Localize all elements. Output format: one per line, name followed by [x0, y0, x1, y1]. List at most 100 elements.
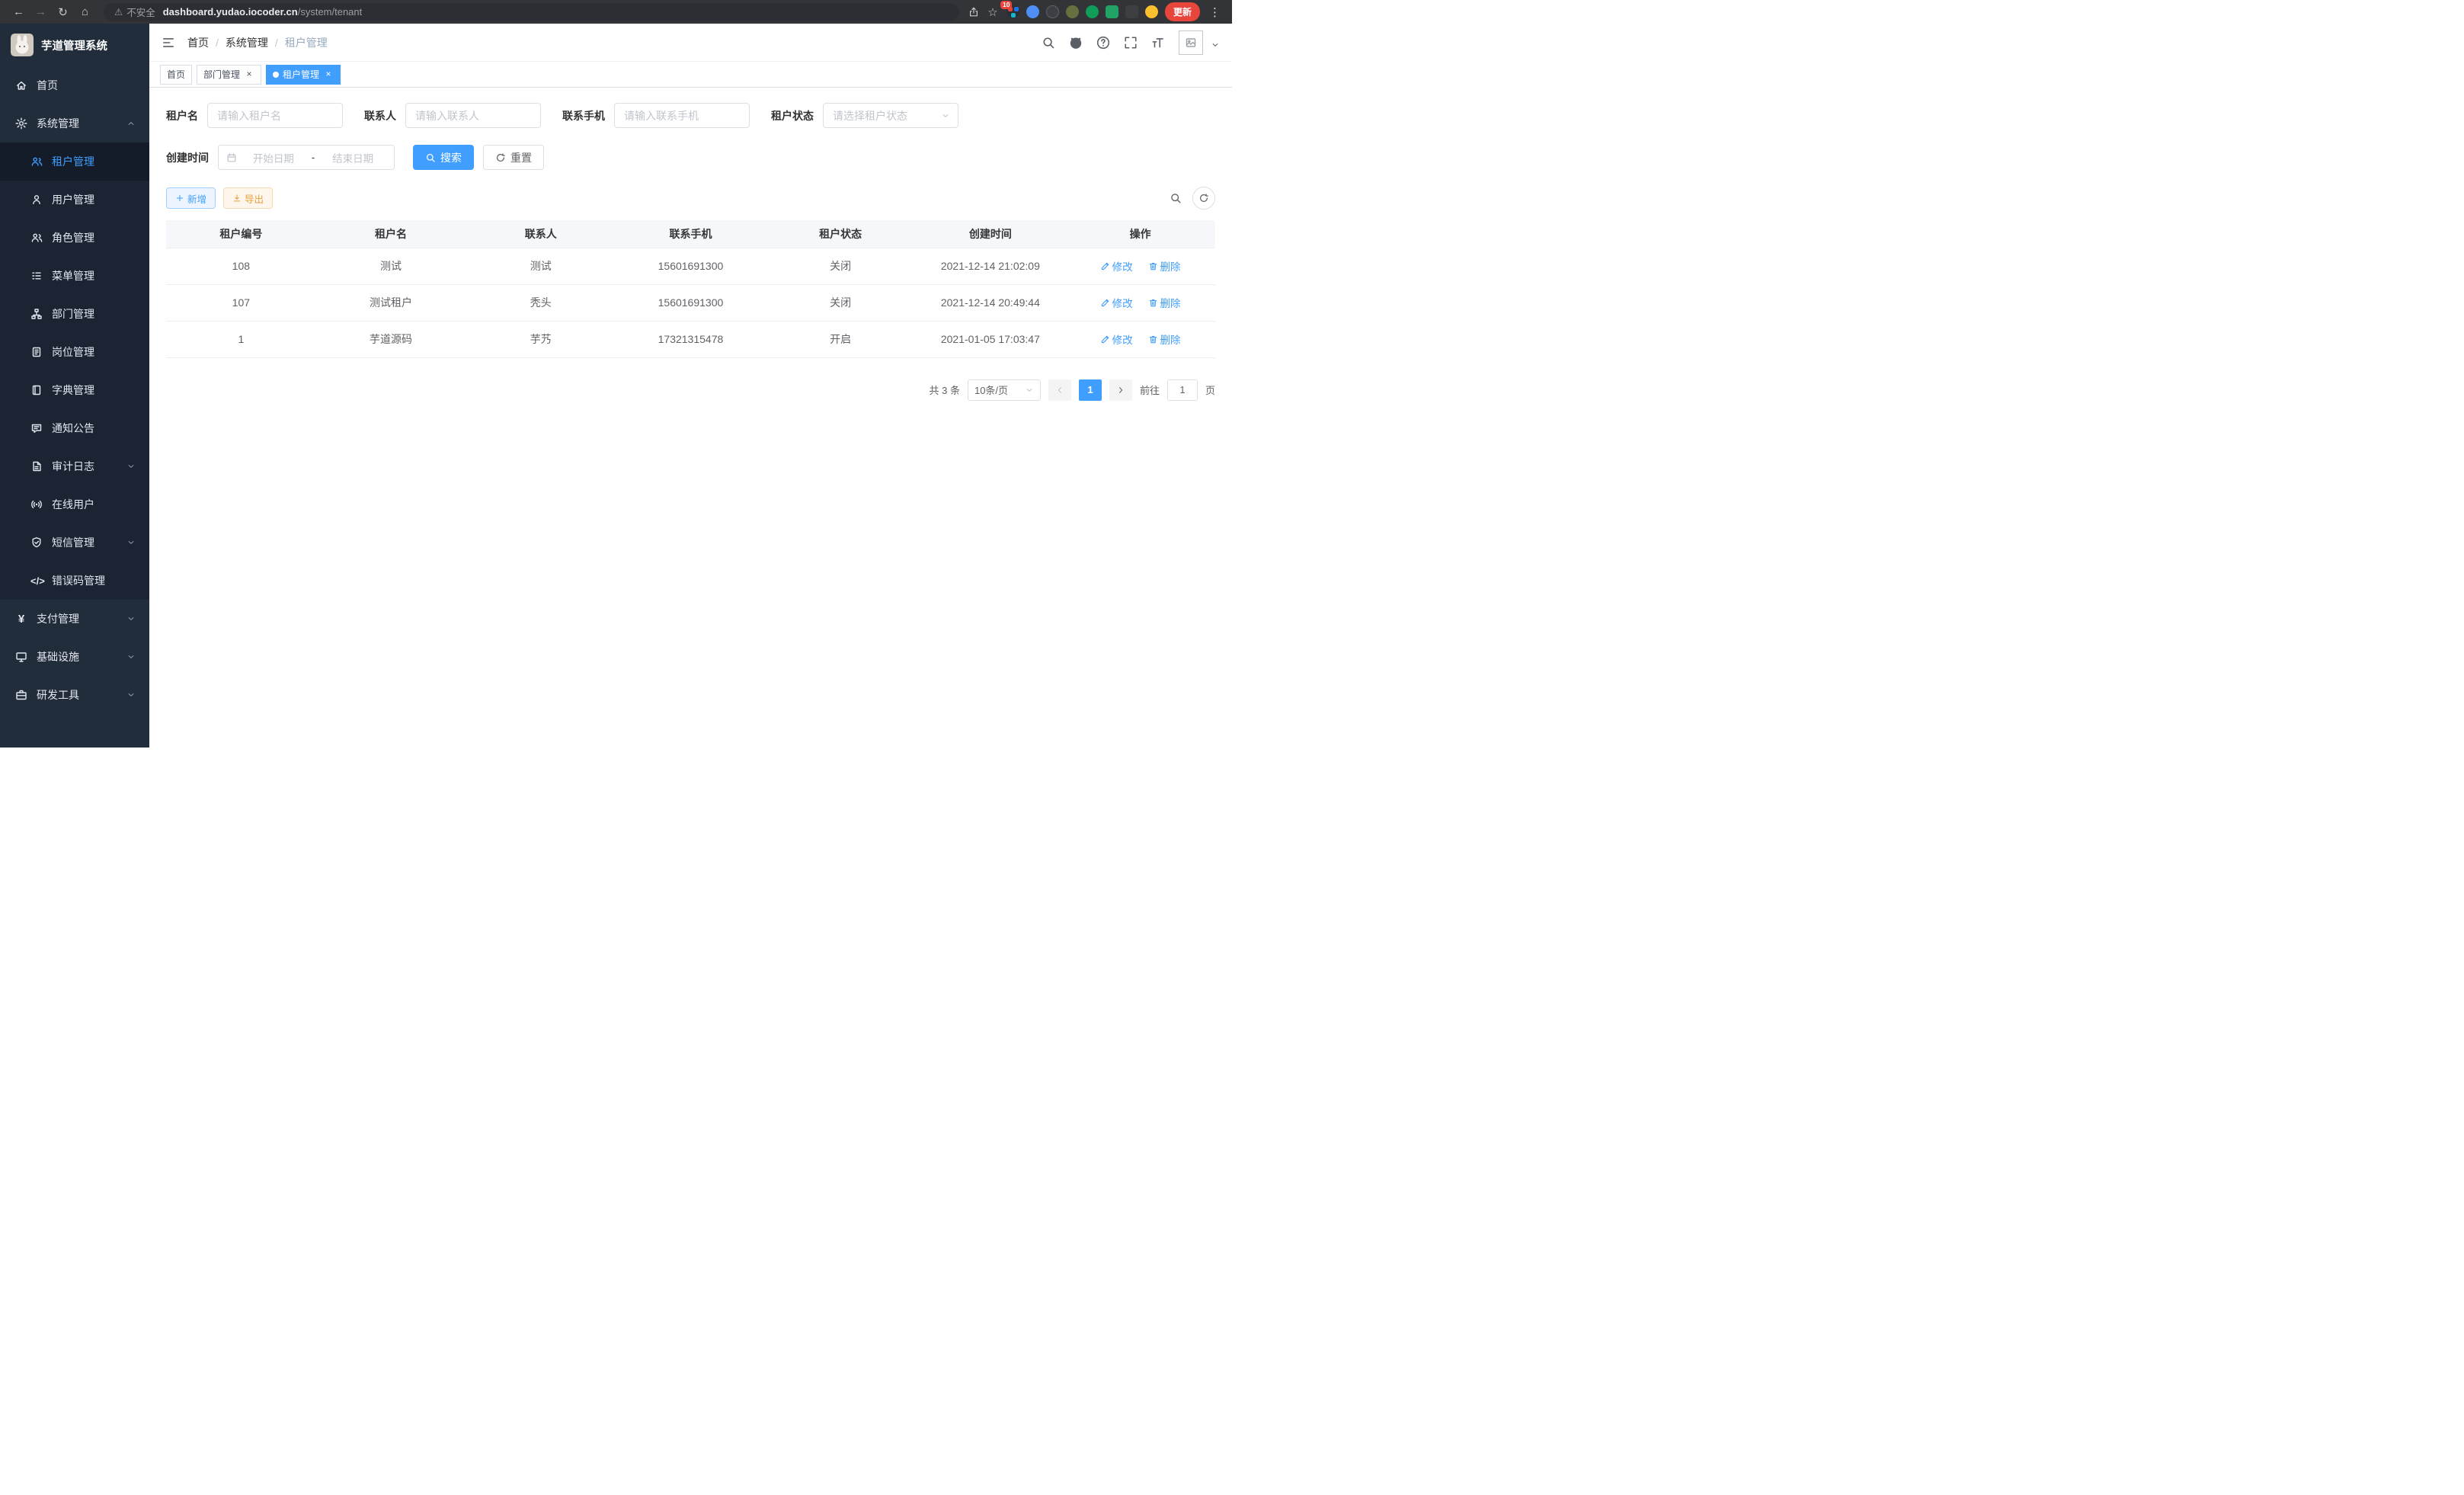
sidebar-item-label: 岗位管理	[52, 344, 94, 360]
infra-icon	[15, 651, 27, 663]
sidebar-item-notices[interactable]: 通知公告	[0, 409, 149, 447]
extension-icon-green-square[interactable]	[1106, 5, 1118, 18]
browser-actions: ☆ 10 更新 ⋮	[968, 2, 1223, 21]
add-button[interactable]: 新增	[166, 187, 216, 209]
sidebar-item-system[interactable]: 系统管理	[0, 104, 149, 142]
github-icon[interactable]	[1069, 36, 1083, 50]
avatar-caret-icon[interactable]	[1211, 40, 1220, 52]
tenant-name-input[interactable]	[207, 103, 343, 128]
sidebar-item-label: 错误码管理	[52, 573, 105, 588]
warning-icon: ⚠	[114, 6, 123, 18]
pencil-icon	[1100, 261, 1110, 271]
column-header-name: 租户名	[316, 220, 466, 248]
sidebar-item-error-codes[interactable]: </> 错误码管理	[0, 562, 149, 600]
sidebar-item-tenant[interactable]: 租户管理	[0, 142, 149, 181]
url-bar[interactable]: ⚠ 不安全 dashboard.yudao.iocoder.cn/system/…	[104, 3, 959, 21]
cell-status: 关闭	[766, 284, 916, 321]
sidebar-item-dict[interactable]: 字典管理	[0, 371, 149, 409]
sidebar-item-label: 通知公告	[52, 421, 94, 436]
contact-label: 联系人	[364, 108, 396, 123]
breadcrumb-separator: /	[216, 37, 219, 49]
page-size-select[interactable]: 10条/页	[968, 379, 1041, 401]
online-icon	[30, 498, 43, 511]
extension-icon-puzzle[interactable]	[1125, 5, 1138, 18]
security-indicator[interactable]: ⚠ 不安全	[114, 5, 155, 19]
back-icon[interactable]: ←	[9, 5, 28, 18]
browser-home-icon[interactable]: ⌂	[75, 5, 94, 18]
breadcrumb-home[interactable]: 首页	[187, 35, 209, 50]
sidebar-item-roles[interactable]: 角色管理	[0, 219, 149, 257]
contact-input[interactable]	[405, 103, 541, 128]
sidebar-item-label: 首页	[37, 78, 58, 93]
sidebar-item-users[interactable]: 用户管理	[0, 181, 149, 219]
toggle-search-button[interactable]	[1170, 192, 1182, 204]
sidebar-item-departments[interactable]: 部门管理	[0, 295, 149, 333]
browser-menu-icon[interactable]: ⋮	[1207, 5, 1223, 19]
share-icon[interactable]	[968, 7, 979, 18]
delete-link[interactable]: 删除	[1148, 295, 1181, 310]
edit-link[interactable]: 修改	[1100, 258, 1133, 274]
refresh-table-button[interactable]	[1192, 187, 1215, 210]
status-select-placeholder: 请选择租户状态	[833, 108, 907, 123]
edit-link[interactable]: 修改	[1100, 331, 1133, 347]
sidebar-item-audit-log[interactable]: 审计日志	[0, 447, 149, 485]
sidebar-item-payment[interactable]: ¥ 支付管理	[0, 600, 149, 638]
reset-button[interactable]: 重置	[483, 145, 544, 170]
update-button[interactable]: 更新	[1165, 2, 1200, 21]
edit-link[interactable]: 修改	[1100, 295, 1133, 310]
navbar-actions	[1042, 30, 1220, 55]
extension-badge: 10	[1000, 1, 1012, 9]
fullscreen-icon[interactable]	[1124, 36, 1138, 50]
font-size-icon[interactable]	[1151, 36, 1165, 50]
extension-icon-blue[interactable]	[1026, 5, 1039, 18]
edit-label: 修改	[1112, 295, 1133, 310]
cell-contact: 芋艿	[466, 321, 616, 357]
create-time-range-picker[interactable]: 开始日期 - 结束日期	[218, 145, 395, 170]
forward-icon[interactable]: →	[31, 5, 50, 18]
breadcrumb-section[interactable]: 系统管理	[226, 35, 268, 50]
search-icon[interactable]	[1042, 36, 1055, 50]
url-domain: dashboard.yudao.iocoder.cn	[163, 6, 298, 18]
sidebar-item-posts[interactable]: 岗位管理	[0, 333, 149, 371]
sidebar-item-sms[interactable]: 短信管理	[0, 523, 149, 562]
close-icon[interactable]: ×	[244, 69, 254, 80]
extension-cluster-icon[interactable]: 10	[1006, 5, 1019, 18]
trash-icon	[1148, 261, 1158, 271]
column-header-status: 租户状态	[766, 220, 916, 248]
page-1-button[interactable]: 1	[1079, 379, 1102, 401]
sidebar-item-dev-tools[interactable]: 研发工具	[0, 676, 149, 714]
sidebar-item-infrastructure[interactable]: 基础设施	[0, 638, 149, 676]
tab-departments[interactable]: 部门管理 ×	[197, 65, 261, 85]
sidebar-item-online-users[interactable]: 在线用户	[0, 485, 149, 523]
avatar[interactable]	[1179, 30, 1203, 55]
user-icon	[30, 194, 43, 206]
tab-tenant[interactable]: 租户管理 ×	[266, 65, 341, 85]
phone-input[interactable]	[614, 103, 750, 128]
extension-icon-olive[interactable]	[1066, 5, 1079, 18]
export-button[interactable]: 导出	[223, 187, 273, 209]
close-icon[interactable]: ×	[323, 69, 334, 80]
help-icon[interactable]	[1096, 36, 1110, 50]
sidebar-item-label: 在线用户	[52, 497, 94, 512]
search-button[interactable]: 搜索	[413, 145, 474, 170]
goto-page-input[interactable]	[1167, 379, 1198, 401]
role-icon	[30, 232, 43, 244]
sidebar-toggle-icon[interactable]	[162, 36, 175, 50]
extension-icon-yellow[interactable]	[1145, 5, 1158, 18]
cell-created: 2021-12-14 20:49:44	[916, 284, 1066, 321]
tab-home[interactable]: 首页	[160, 65, 192, 85]
reload-icon[interactable]: ↻	[53, 5, 72, 19]
chevron-down-icon	[126, 614, 136, 623]
prev-page-button[interactable]	[1048, 379, 1071, 401]
table-row: 107 测试租户 秃头 15601691300 关闭 2021-12-14 20…	[166, 284, 1215, 321]
sidebar-item-home[interactable]: 首页	[0, 66, 149, 104]
status-select[interactable]: 请选择租户状态	[823, 103, 958, 128]
next-page-button[interactable]	[1109, 379, 1132, 401]
sidebar-item-menus[interactable]: 菜单管理	[0, 257, 149, 295]
extension-icon-green-circle[interactable]	[1086, 5, 1099, 18]
filter-status: 租户状态 请选择租户状态	[771, 103, 958, 128]
bookmark-star-icon[interactable]: ☆	[986, 5, 1000, 19]
extension-icon-dark[interactable]	[1046, 5, 1059, 18]
delete-link[interactable]: 删除	[1148, 331, 1181, 347]
delete-link[interactable]: 删除	[1148, 258, 1181, 274]
